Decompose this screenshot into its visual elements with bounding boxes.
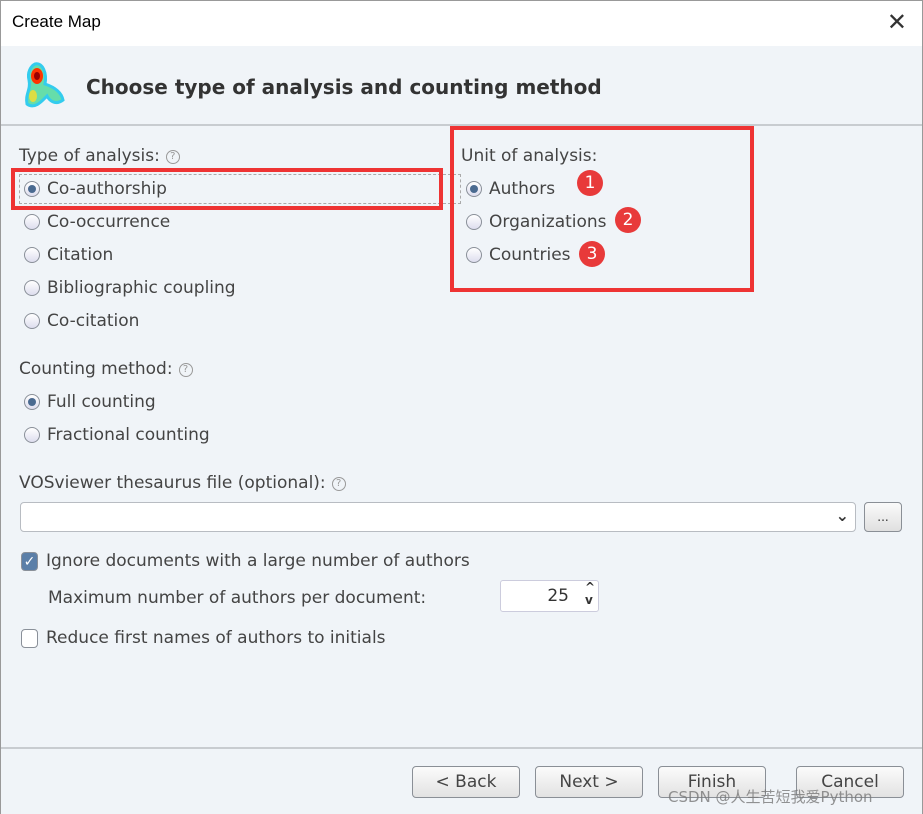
max-authors-value: 25 bbox=[547, 586, 569, 606]
next-button[interactable]: Next > bbox=[535, 766, 643, 798]
radio-authors[interactable]: Authors bbox=[466, 179, 555, 199]
checkmark-icon: ✓ bbox=[21, 551, 38, 571]
radio-co-citation[interactable]: Co-citation bbox=[24, 311, 139, 331]
help-icon[interactable]: ? bbox=[331, 477, 346, 491]
thesaurus-file-combo[interactable]: ⌄ bbox=[20, 502, 856, 532]
annotation-badge: 3 bbox=[579, 241, 605, 267]
radio-bibliographic-coupling[interactable]: Bibliographic coupling bbox=[24, 278, 236, 298]
spinner-arrows-icon[interactable]: ^ v bbox=[585, 581, 595, 607]
unit-of-analysis-label: Unit of analysis: bbox=[461, 146, 598, 166]
browse-button[interactable]: ... bbox=[864, 502, 902, 532]
close-icon[interactable]: ✕ bbox=[887, 8, 907, 36]
max-authors-label: Maximum number of authors per document: bbox=[48, 588, 427, 608]
radio-fractional-counting[interactable]: Fractional counting bbox=[24, 425, 210, 445]
window-title: Create Map bbox=[12, 12, 101, 31]
page-title: Choose type of analysis and counting met… bbox=[86, 75, 602, 99]
radio-citation[interactable]: Citation bbox=[24, 245, 113, 265]
radio-countries[interactable]: Countries bbox=[466, 245, 571, 265]
back-button[interactable]: < Back bbox=[412, 766, 520, 798]
vosviewer-logo bbox=[25, 62, 65, 108]
max-authors-spinner[interactable]: 25 ^ v bbox=[500, 580, 599, 612]
annotation-badge: 1 bbox=[577, 170, 603, 196]
thesaurus-label: VOSviewer thesaurus file (optional):? bbox=[19, 473, 346, 493]
annotation-badge: 2 bbox=[615, 207, 641, 233]
help-icon[interactable]: ? bbox=[165, 150, 180, 164]
wizard-header: Choose type of analysis and counting met… bbox=[0, 46, 923, 126]
counting-method-label: Counting method:? bbox=[19, 359, 193, 379]
chevron-down-icon[interactable]: ⌄ bbox=[836, 506, 849, 525]
ignore-documents-checkbox[interactable]: ✓ Ignore documents with a large number of… bbox=[21, 551, 470, 571]
radio-organizations[interactable]: Organizations bbox=[466, 212, 607, 232]
radio-full-counting[interactable]: Full counting bbox=[24, 392, 156, 412]
divider bbox=[0, 747, 923, 749]
radio-co-authorship[interactable]: Co-authorship bbox=[24, 179, 167, 199]
reduce-first-names-checkbox[interactable]: Reduce first names of authors to initial… bbox=[21, 628, 386, 648]
radio-co-occurrence[interactable]: Co-occurrence bbox=[24, 212, 170, 232]
help-icon[interactable]: ? bbox=[178, 363, 193, 377]
title-bar bbox=[0, 0, 923, 46]
watermark: CSDN @人生苦短我爱Python bbox=[668, 788, 873, 806]
type-of-analysis-label: Type of analysis:? bbox=[19, 146, 180, 166]
